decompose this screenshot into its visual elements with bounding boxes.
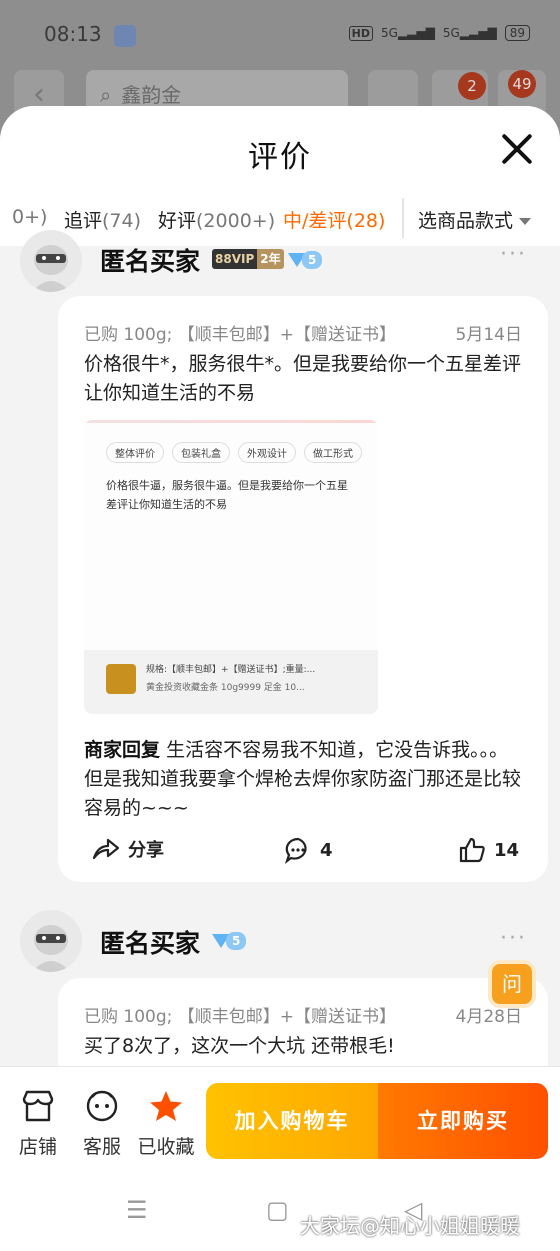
- battery-icon: 89: [504, 25, 530, 41]
- more-options-icon[interactable]: ···: [500, 926, 527, 951]
- photo-review-text: 价格很牛逼，服务很牛逼。但是我要给你一个五星差评让你知道生活的不易: [106, 479, 348, 511]
- review-filter-bar: 0+) 追评(74) 好评(2000+) 中/差评(28) 选商品款式: [0, 192, 560, 246]
- member-level-badge: 5: [288, 249, 323, 269]
- status-icons: HD 5G▂▃▅▇ 5G▂▃▅▇ 89: [348, 25, 530, 41]
- review-date: 4月28日: [455, 1007, 522, 1027]
- vip-badge: 88VIP 2年: [212, 249, 284, 269]
- signal-icon-2: 5G▂▃▅▇: [442, 26, 497, 40]
- anonymous-avatar-icon: [20, 230, 82, 292]
- filter-chip-followup[interactable]: 追评(74): [64, 206, 141, 233]
- cart-badge: 2: [458, 72, 486, 100]
- style-select-dropdown[interactable]: 选商品款式: [418, 206, 532, 233]
- reviewer-name: 匿名买家: [100, 929, 201, 958]
- menu-icon[interactable]: ☰: [126, 1196, 148, 1224]
- store-icon: [22, 1090, 54, 1122]
- chevron-down-icon: [519, 218, 532, 225]
- search-text: 鑫韵金: [121, 83, 182, 107]
- share-button[interactable]: 分享: [92, 836, 164, 862]
- star-icon: [150, 1091, 182, 1121]
- like-button[interactable]: 14: [458, 836, 519, 864]
- filter-chip-positive[interactable]: 好评(2000+): [158, 206, 275, 233]
- message-badge: 49: [508, 70, 536, 98]
- photo-spec-line: 规格:【顺丰包邮】+【赠送证书】;重量:...: [146, 665, 316, 675]
- home-icon[interactable]: ▢: [266, 1196, 289, 1224]
- status-time: 08:13: [44, 22, 102, 46]
- avatar[interactable]: [20, 910, 82, 972]
- gold-bar-icon: [106, 664, 136, 694]
- review-actions: 分享 4 14: [58, 836, 548, 876]
- more-options-icon[interactable]: ···: [500, 242, 527, 267]
- member-level-badge: 5: [212, 930, 247, 950]
- filter-chip-partial[interactable]: 0+): [12, 206, 47, 228]
- hd-icon: HD: [348, 25, 373, 41]
- close-icon[interactable]: [500, 132, 534, 166]
- status-bar: 08:13 HD 5G▂▃▅▇ 5G▂▃▅▇ 89: [0, 0, 560, 64]
- merchant-reply: 商家回复 生活容不容易我不知道，它没告诉我。。。但是我知道我要拿个焊枪去焊你家防…: [84, 736, 522, 823]
- store-button[interactable]: 店铺: [8, 1089, 68, 1159]
- app-notification-icon: [114, 25, 136, 47]
- photo-tag-row: 整体评价 包装礼盒 外观设计 做工形式: [106, 442, 362, 463]
- add-to-cart-button[interactable]: 加入购物车: [206, 1083, 378, 1159]
- filter-divider: [402, 198, 404, 238]
- share-icon: [92, 838, 120, 860]
- comment-icon: [284, 837, 307, 864]
- customer-service-button[interactable]: 客服: [72, 1089, 132, 1159]
- avatar[interactable]: [20, 230, 82, 292]
- review-date: 5月14日: [455, 325, 522, 345]
- review-photo[interactable]: 整体评价 包装礼盒 外观设计 做工形式 价格很牛逼，服务很牛逼。但是我要给你一个…: [84, 420, 378, 714]
- ask-question-button[interactable]: 问: [492, 964, 532, 1004]
- comment-button[interactable]: 4: [284, 836, 333, 864]
- favorite-button[interactable]: 已收藏: [136, 1089, 196, 1159]
- thumbs-up-icon: [459, 837, 485, 863]
- buy-now-button[interactable]: 立即购买: [378, 1083, 548, 1159]
- photo-product-line: 黄金投资收藏金条 10g9999 足金 10...: [146, 683, 305, 693]
- purchased-sku: 已购 100g; 【顺丰包邮】+【赠送证书】: [84, 325, 397, 345]
- signal-icon: 5G▂▃▅▇: [381, 26, 435, 40]
- purchased-sku: 已购 100g; 【顺丰包邮】+【赠送证书】: [84, 1007, 397, 1027]
- sheet-title: 评价: [248, 140, 312, 175]
- filter-chip-negative[interactable]: 中/差评(28): [283, 206, 385, 233]
- bottom-action-bar: 店铺 客服 已收藏 加入购物车 立即购买: [0, 1066, 560, 1167]
- watermark: 大家坛@知心小姐姐暖暖: [300, 1214, 520, 1238]
- sheet-header: 评价: [0, 106, 560, 192]
- anonymous-avatar-icon: [20, 910, 82, 972]
- reviewer-name: 匿名买家: [100, 247, 201, 276]
- review-text: 价格很牛*，服务很牛*。但是我要给你一个五星差评让你知道生活的不易: [84, 353, 522, 404]
- customer-service-icon: [86, 1090, 118, 1122]
- review-card: 已购 100g; 【顺丰包邮】+【赠送证书】 5月14日 价格很牛*，服务很牛*…: [58, 296, 548, 882]
- merchant-reply-label: 商家回复: [84, 739, 161, 761]
- review-text: 买了8次了，这次一个大坑 还带根毛!: [84, 1035, 395, 1057]
